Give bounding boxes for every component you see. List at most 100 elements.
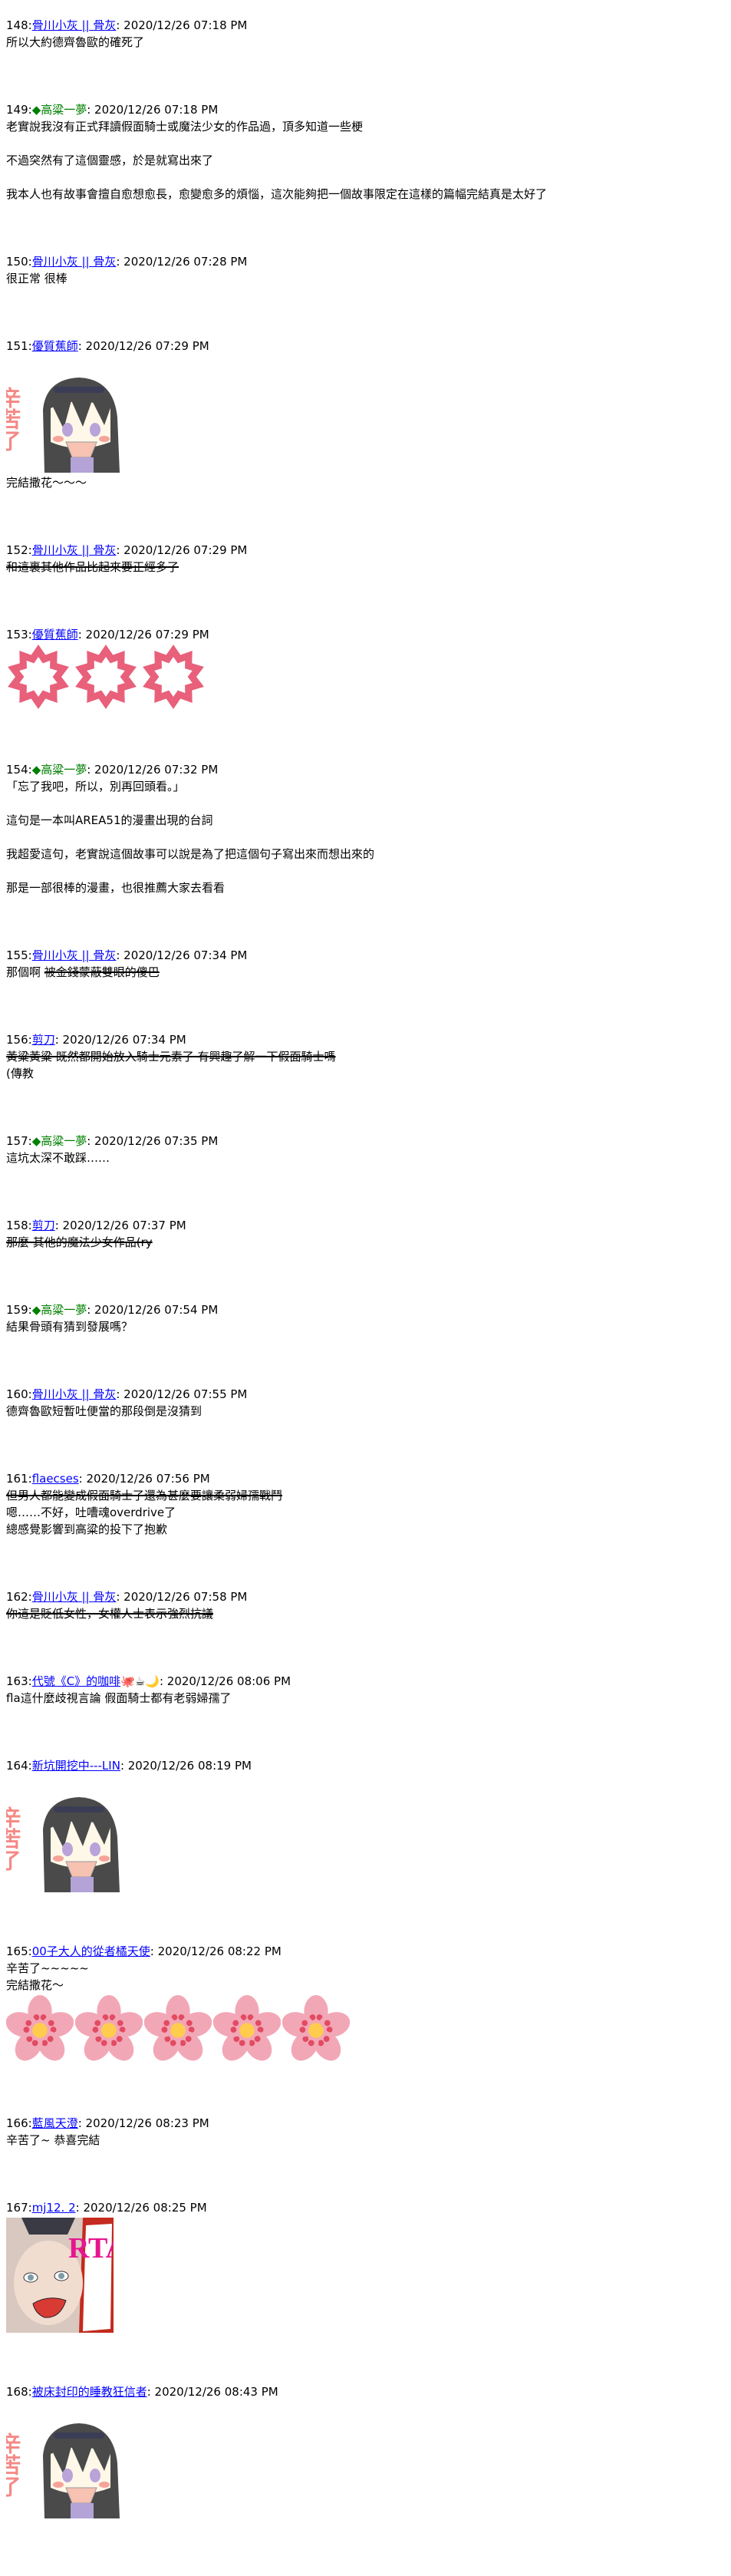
comment-post: 153:優質蕉師: 2020/12/26 07:29 PM <box>6 626 731 711</box>
post-number: 152: <box>6 543 32 557</box>
post-number: 163: <box>6 1674 32 1688</box>
comment-thread: 148:骨川小灰 || 骨灰: 2020/12/26 07:18 PM 所以大約德… <box>0 0 731 2518</box>
post-body-line: 德齊魯歐短暫吐便當的那段倒是沒猜到 <box>6 1403 731 1420</box>
comment-post: 166:藍風天澄: 2020/12/26 08:23 PM 辛苦了~ 恭喜完結 <box>6 2115 731 2149</box>
comment-post: 161:flaecses: 2020/12/26 07:56 PM 但男人都能變成… <box>6 1470 731 1538</box>
comment-post: 164:新坑開挖中---LIN: 2020/12/26 08:19 PM 辛苦了 <box>6 1757 731 1892</box>
author-link[interactable]: 被床封印的睡教狂信者 <box>32 2385 147 2399</box>
post-body-line: 我超愛這句，老實說這個故事可以說是為了把這個句子寫出來而想出來的 <box>6 846 731 863</box>
sakura-icon <box>213 1995 281 2061</box>
post-timestamp: : 2020/12/26 07:18 PM <box>116 18 248 32</box>
post-body-line: 但男人都能變成假面騎士了還為甚麼要讓柔弱婦孺戰鬥 <box>6 1487 731 1504</box>
post-body-line <box>6 795 731 812</box>
post-body-line: 嗯……不好，吐嘈魂overdrive了 <box>6 1504 731 1521</box>
post-number: 158: <box>6 1219 32 1232</box>
post-body-line: fla這什麼歧視言論 假面騎士都有老弱婦孺了 <box>6 1690 731 1707</box>
comment-post: 163:代號《C》的咖啡🐙☕🌙: 2020/12/26 08:06 PM fla這… <box>6 1673 731 1707</box>
body-text: 這句是一本叫AREA51的漫畫出現的台詞 <box>6 813 213 827</box>
post-timestamp: : 2020/12/26 07:29 PM <box>116 543 248 557</box>
comment-post: 156:剪刀: 2020/12/26 07:34 PM 黃粱黃粱 既然都開始放入騎… <box>6 1031 731 1082</box>
body-text: 所以大約德齊魯歐的確死了 <box>6 35 145 49</box>
body-text: 不過突然有了這個靈感，於是就寫出來了 <box>6 153 214 167</box>
post-media: 辛苦了 <box>6 1776 731 1892</box>
strikethrough-text: 被金錢蒙蔽雙眼的傻巴 <box>44 965 160 979</box>
post-number: 167: <box>6 2201 32 2215</box>
sticker-lettering: 辛苦了 <box>6 1806 22 1871</box>
author-link[interactable]: 骨川小灰 || 骨灰 <box>32 255 117 269</box>
post-body-line: 你這是貶低女性，女權人士表示強烈抗議 <box>6 1605 731 1622</box>
comment-post: 151:優質蕉師: 2020/12/26 07:29 PM 辛苦了 完結撒花～～… <box>6 338 731 491</box>
author-link[interactable]: 新坑開挖中---LIN <box>32 1759 120 1773</box>
post-body-line: 我本人也有故事會擅自愈想愈長，愈變愈多的煩惱，這次能夠把一個故事限定在這樣的篇幅… <box>6 186 731 203</box>
comment-post: 157:◆高粱一夢: 2020/12/26 07:35 PM 這坑太深不敢踩…… <box>6 1133 731 1166</box>
author-link[interactable]: 骨川小灰 || 骨灰 <box>32 543 117 557</box>
post-number: 168: <box>6 2385 32 2399</box>
post-timestamp: : 2020/12/26 07:18 PM <box>87 103 219 117</box>
post-number: 149: <box>6 103 32 117</box>
post-number: 166: <box>6 2116 32 2130</box>
author-link[interactable]: 代號《C》的咖啡 <box>32 1674 120 1688</box>
body-text: 老實說我沒有正式拜讀假面騎士或魔法少女的作品過，頂多知道一些梗 <box>6 120 364 134</box>
author-link[interactable]: 00子大人的從者橘天使 <box>32 1944 150 1958</box>
post-timestamp: : 2020/12/26 07:56 PM <box>78 1472 210 1486</box>
post-number: 156: <box>6 1033 32 1047</box>
post-timestamp: : 2020/12/26 07:29 PM <box>77 628 209 642</box>
author-link[interactable]: mj12. 2 <box>32 2201 76 2215</box>
post-body-line: 結果骨頭有猜到發展嗎？ <box>6 1318 731 1335</box>
author-link[interactable]: 剪刀 <box>32 1219 55 1232</box>
comment-post: 158:剪刀: 2020/12/26 07:37 PM 那麼 其他的魔法少女作品(… <box>6 1217 731 1251</box>
post-timestamp: : 2020/12/26 08:23 PM <box>77 2116 209 2130</box>
post-body-line: 那麼 其他的魔法少女作品(ry <box>6 1234 731 1251</box>
post-body-line: 這句是一本叫AREA51的漫畫出現的台詞 <box>6 812 731 829</box>
comment-post: 152:骨川小灰 || 骨灰: 2020/12/26 07:29 PM 和這裏其他… <box>6 542 731 576</box>
author-name: ◆高粱一夢 <box>31 103 87 117</box>
post-body-line <box>6 829 731 846</box>
post-header: 166:藍風天澄: 2020/12/26 08:23 PM <box>6 2115 731 2132</box>
author-link[interactable]: 優質蕉師 <box>32 339 78 353</box>
body-text: 我超愛這句，老實說這個故事可以說是為了把這個句子寫出來而想出來的 <box>6 847 375 861</box>
post-timestamp: : 2020/12/26 08:06 PM <box>159 1674 291 1688</box>
post-body-line: 這坑太深不敢踩…… <box>6 1149 731 1166</box>
post-media: 辛苦了 <box>6 356 731 473</box>
comment-post: 168:被床封印的睡教狂信者: 2020/12/26 08:43 PM 辛苦了 <box>6 2383 731 2518</box>
post-media <box>6 645 731 711</box>
body-text: 德齊魯歐短暫吐便當的那段倒是沒猜到 <box>6 1404 203 1418</box>
post-timestamp: : 2020/12/26 08:19 PM <box>120 1759 252 1773</box>
body-text: 總感覺影響到高粱的投下了抱歉 <box>6 1522 168 1536</box>
post-timestamp: : 2020/12/26 07:55 PM <box>116 1387 248 1401</box>
author-link[interactable]: flaecses <box>32 1472 79 1486</box>
post-header: 162:骨川小灰 || 骨灰: 2020/12/26 07:58 PM <box>6 1588 731 1605</box>
comment-post: 159:◆高粱一夢: 2020/12/26 07:54 PM 結果骨頭有猜到發展嗎… <box>6 1301 731 1335</box>
body-text: 辛苦了~ 恭喜完結 <box>6 2133 100 2147</box>
post-body-line: 辛苦了~~~~~ <box>6 1960 731 1977</box>
body-text: 那個啊 <box>6 965 44 979</box>
post-timestamp: : 2020/12/26 08:22 PM <box>150 1944 282 1958</box>
post-number: 164: <box>6 1759 32 1773</box>
body-text: 辛苦了~~~~~ <box>6 1961 89 1975</box>
sakura-icon <box>6 1995 74 2061</box>
sakura-outline-icon <box>143 645 204 709</box>
sticker-lettering: 辛苦了 <box>6 2432 22 2497</box>
post-header: 152:骨川小灰 || 骨灰: 2020/12/26 07:29 PM <box>6 542 731 559</box>
author-link[interactable]: 優質蕉師 <box>32 628 78 642</box>
post-body-line: 那個啊 被金錢蒙蔽雙眼的傻巴 <box>6 964 731 981</box>
sticker-image: 辛苦了 <box>6 1776 121 1892</box>
comment-post: 160:骨川小灰 || 骨灰: 2020/12/26 07:55 PM 德齊魯歐短… <box>6 1386 731 1420</box>
sticker-image: 辛苦了 <box>6 356 121 473</box>
author-link[interactable]: 骨川小灰 || 骨灰 <box>32 948 117 962</box>
post-number: 154: <box>6 763 32 777</box>
author-link[interactable]: 骨川小灰 || 骨灰 <box>32 1590 117 1604</box>
sticker-image: 辛苦了 <box>6 2402 121 2518</box>
post-header: 159:◆高粱一夢: 2020/12/26 07:54 PM <box>6 1301 731 1318</box>
post-header: 163:代號《C》的咖啡🐙☕🌙: 2020/12/26 08:06 PM <box>6 1673 731 1690</box>
post-header: 164:新坑開挖中---LIN: 2020/12/26 08:19 PM <box>6 1757 731 1774</box>
post-number: 165: <box>6 1944 32 1958</box>
author-link[interactable]: 骨川小灰 || 骨灰 <box>32 18 117 32</box>
author-link[interactable]: 剪刀 <box>32 1033 55 1047</box>
post-media: RTA <box>6 2218 731 2333</box>
author-link[interactable]: 藍風天澄 <box>32 2116 78 2130</box>
post-timestamp: : 2020/12/26 07:54 PM <box>87 1303 219 1317</box>
author-link[interactable]: 骨川小灰 || 骨灰 <box>32 1387 117 1401</box>
author-name: ◆高粱一夢 <box>31 1134 87 1148</box>
post-timestamp: : 2020/12/26 07:29 PM <box>77 339 209 353</box>
